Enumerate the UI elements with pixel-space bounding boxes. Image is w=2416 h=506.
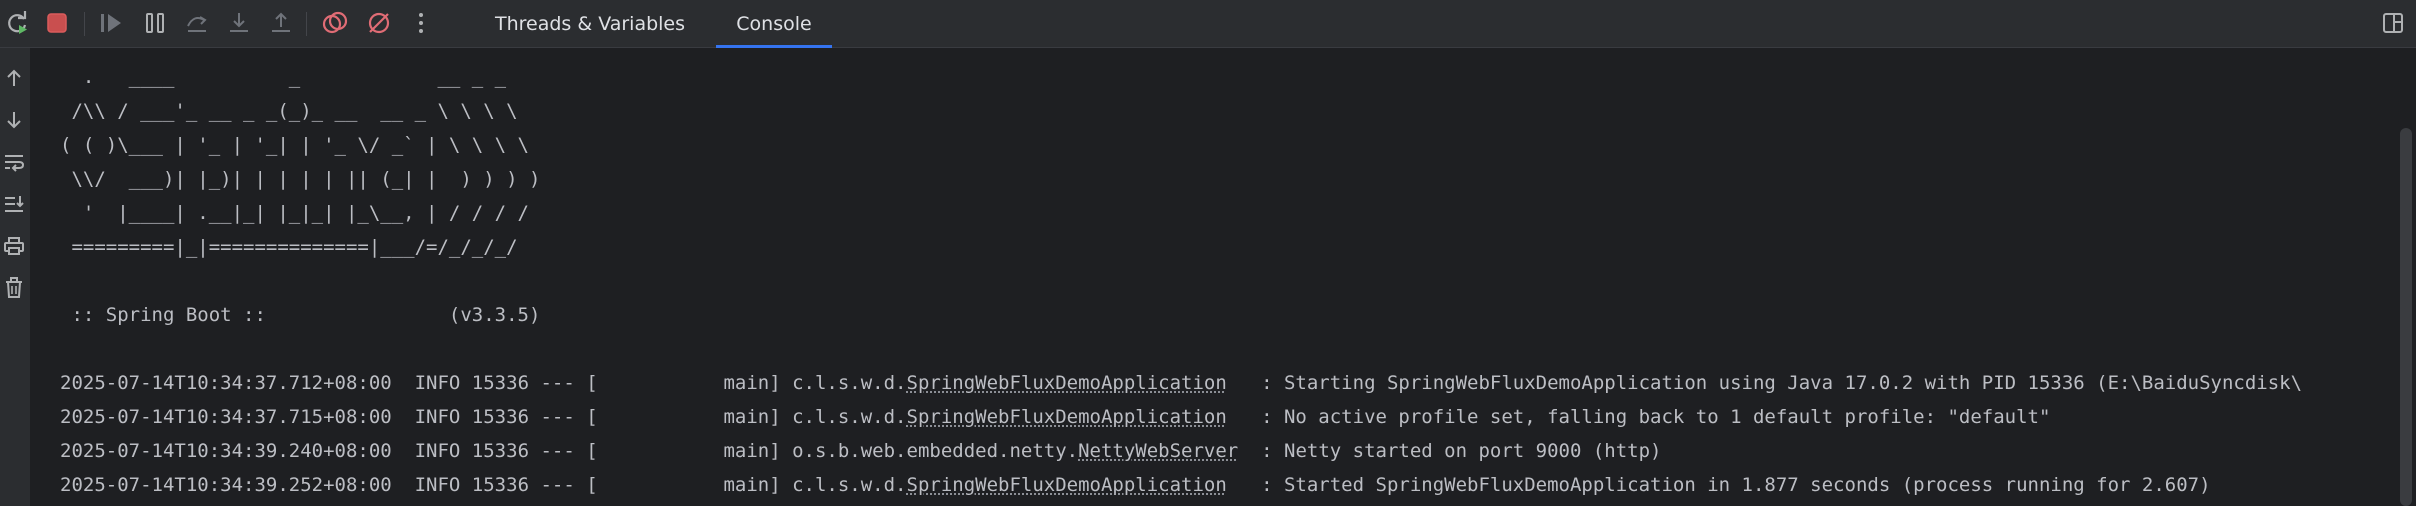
log-line: 2025-07-14T10:34:37.715+08:00 INFO 15336… <box>60 400 2050 434</box>
logger-package: o.s.b.web.embedded.netty. <box>792 440 1079 462</box>
log-meta: INFO 15336 --- [ main] <box>391 474 793 496</box>
log-timestamp: 2025-07-14T10:34:39.252+08:00 <box>60 474 392 496</box>
debug-toolbar: Threads & Variables Console <box>0 0 2416 48</box>
log-meta: INFO 15336 --- [ main] <box>391 440 793 462</box>
soft-wrap-icon[interactable] <box>0 148 28 176</box>
log-meta: INFO 15336 --- [ main] <box>391 406 793 428</box>
logger-class-link[interactable]: SpringWebFluxDemoApplication <box>907 372 1227 394</box>
banner-line: . ____ _ __ _ _ <box>60 66 507 88</box>
tab-console-label: Console <box>736 13 812 35</box>
step-out-icon[interactable] <box>264 6 298 40</box>
print-icon[interactable] <box>0 232 28 260</box>
spring-boot-version-line: :: Spring Boot :: (v3.3.5) <box>60 304 541 326</box>
scrollbar-thumb[interactable] <box>2400 128 2412 506</box>
toolbar-separator <box>84 12 85 36</box>
logger-class-link[interactable]: SpringWebFluxDemoApplication <box>907 474 1227 496</box>
log-timestamp: 2025-07-14T10:34:39.240+08:00 <box>60 440 392 462</box>
rerun-icon[interactable] <box>0 6 34 40</box>
log-message: : Starting SpringWebFluxDemoApplication … <box>1226 372 2303 394</box>
more-options-icon[interactable] <box>404 6 438 40</box>
scroll-up-icon[interactable] <box>0 64 28 92</box>
scroll-down-icon[interactable] <box>0 106 28 134</box>
log-message: : Netty started on port 9000 (http) <box>1238 440 1662 462</box>
pause-icon[interactable] <box>138 6 172 40</box>
log-message: : Started SpringWebFluxDemoApplication i… <box>1226 474 2211 496</box>
log-timestamp: 2025-07-14T10:34:37.712+08:00 <box>60 372 392 394</box>
banner-line: ( ( )\___ | '_ | '_| | '_ \/ _` | \ \ \ … <box>60 134 529 156</box>
log-line: 2025-07-14T10:34:39.252+08:00 INFO 15336… <box>60 468 2211 502</box>
log-timestamp: 2025-07-14T10:34:37.715+08:00 <box>60 406 392 428</box>
log-line: 2025-07-14T10:34:39.240+08:00 INFO 15336… <box>60 434 1662 468</box>
step-into-icon[interactable] <box>222 6 256 40</box>
logger-package: c.l.s.w.d. <box>792 406 907 428</box>
layout-icon[interactable] <box>2376 6 2410 40</box>
mute-breakpoints-icon[interactable] <box>362 6 396 40</box>
step-over-icon[interactable] <box>180 6 214 40</box>
log-meta: INFO 15336 --- [ main] <box>391 372 793 394</box>
stop-icon[interactable] <box>40 6 74 40</box>
tab-console[interactable]: Console <box>716 0 832 48</box>
log-line: 2025-07-14T10:34:37.712+08:00 INFO 15336… <box>60 366 2302 400</box>
banner-line: ' |____| .__|_| |_|_| |_\__, | / / / / <box>60 202 529 224</box>
banner-line: /\\ / ___'_ __ _ _(_)_ __ __ _ \ \ \ \ <box>60 100 518 122</box>
resume-icon[interactable] <box>94 6 128 40</box>
banner-line: =========|_|==============|___/=/_/_/_/ <box>60 236 518 258</box>
tab-threads-variables-label: Threads & Variables <box>494 13 686 35</box>
logger-class-link[interactable]: NettyWebServer <box>1078 440 1238 462</box>
log-message: : No active profile set, falling back to… <box>1226 406 2051 428</box>
console-sidebar <box>0 48 30 506</box>
logger-package: c.l.s.w.d. <box>792 474 907 496</box>
logger-class-link[interactable]: SpringWebFluxDemoApplication <box>907 406 1227 428</box>
tab-threads-variables[interactable]: Threads & Variables <box>468 0 712 48</box>
view-breakpoints-icon[interactable] <box>318 6 352 40</box>
toolbar-separator <box>306 12 307 36</box>
clear-icon[interactable] <box>0 274 28 302</box>
scroll-to-end-icon[interactable] <box>0 190 28 218</box>
logger-package: c.l.s.w.d. <box>792 372 907 394</box>
console-output[interactable]: . ____ _ __ _ _ /\\ / ___'_ __ _ _(_)_ _… <box>30 48 2396 506</box>
banner-line: \\/ ___)| |_)| | | | | || (_| | ) ) ) ) <box>60 168 541 190</box>
